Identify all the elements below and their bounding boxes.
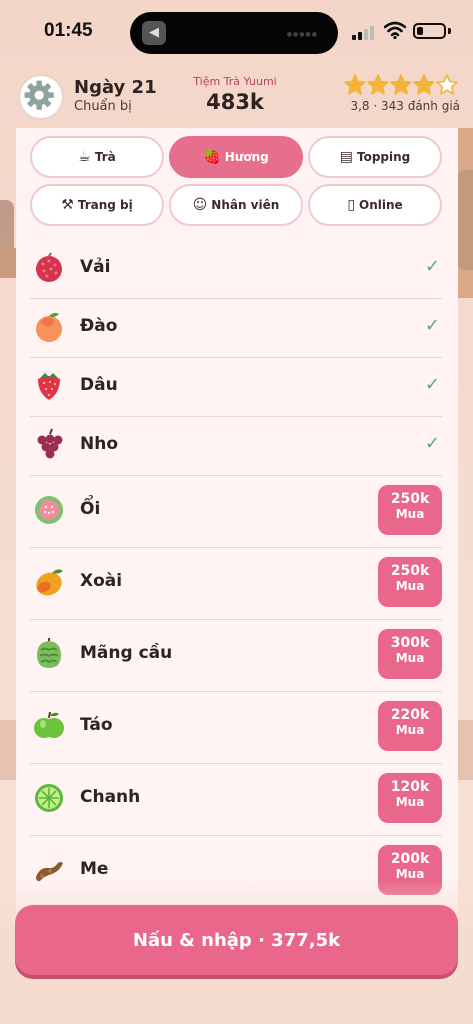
buy-button[interactable]: 120k Mua — [378, 773, 442, 823]
flavor-name: Dâu — [80, 374, 118, 395]
star-filled-icon — [413, 74, 435, 95]
flavor-row[interactable]: Vải ✓ — [30, 240, 442, 299]
flavor-row[interactable]: Dâu ✓ — [30, 358, 442, 417]
shelf-decoration — [0, 720, 16, 780]
flavor-name: Vải — [80, 256, 111, 277]
tab-label: Hương — [224, 150, 269, 164]
buy-label: Mua — [395, 795, 425, 809]
phone-icon: ▯ — [347, 197, 356, 213]
waveform-icon: ●●●●● — [286, 31, 318, 38]
buy-price: 220k — [390, 707, 430, 723]
tab-topping[interactable]: ▤ Topping — [308, 136, 442, 178]
shelf-decoration — [457, 720, 473, 780]
flavor-row: Chanh 120k Mua — [30, 764, 442, 836]
battery-tip — [448, 28, 451, 34]
strawberry-icon — [32, 369, 66, 403]
buy-button[interactable]: 300k Mua — [378, 629, 442, 679]
signal-icon — [352, 24, 376, 40]
owned-check-icon: ✓ — [424, 314, 440, 336]
teapot-icon: ☕ — [78, 149, 91, 165]
grape-icon — [32, 428, 66, 462]
buy-price: 250k — [390, 563, 430, 579]
buy-button[interactable]: 250k Mua — [378, 557, 442, 607]
star-filled-icon — [344, 74, 366, 95]
flavor-row: Xoài 250k Mua — [30, 548, 442, 620]
star-rating — [344, 74, 458, 96]
flavor-name: Ổi — [80, 499, 101, 519]
lychee-icon — [32, 251, 66, 285]
tools-icon: ⚒ — [61, 197, 74, 213]
lime-icon — [32, 781, 66, 815]
cook-and-restock-button[interactable]: Nấu & nhập · 377,5k — [15, 905, 458, 975]
flavor-name: Nho — [80, 433, 119, 454]
tab-label: Trà — [94, 150, 116, 164]
buy-label: Mua — [395, 723, 425, 737]
tab-label: Topping — [356, 150, 411, 164]
status-bar: 01:45 ◀ ●●●●● — [0, 0, 473, 62]
apple-icon — [32, 709, 66, 743]
plant-decoration — [457, 170, 473, 270]
tab-nhân-viên[interactable]: ☺ Nhân viên — [169, 184, 303, 226]
flavor-row: Mãng cầu 300k Mua — [30, 620, 442, 692]
buy-price: 120k — [390, 779, 430, 795]
tab-label: Trang bị — [77, 198, 133, 212]
soursop-icon — [32, 637, 66, 671]
owned-check-icon: ✓ — [424, 432, 440, 454]
tab-label: Nhân viên — [211, 198, 280, 212]
owned-check-icon: ✓ — [424, 373, 440, 395]
tab-online[interactable]: ▯ Online — [308, 184, 442, 226]
flavor-row[interactable]: Nho ✓ — [30, 417, 442, 476]
battery-icon — [413, 23, 446, 39]
speaker-icon: ◀ — [142, 21, 166, 45]
tab-label: Online — [359, 198, 403, 212]
staff-icon: ☺ — [192, 197, 208, 213]
money-balance: 483k — [206, 90, 264, 114]
flavor-name: Táo — [80, 715, 113, 735]
flavor-row: Ổi 250k Mua — [30, 476, 442, 548]
wifi-icon — [384, 21, 406, 40]
strawberry-icon: 🍓 — [203, 149, 221, 165]
topping-box-icon: ▤ — [339, 149, 353, 165]
buy-price: 200k — [390, 851, 430, 867]
buy-label: Mua — [395, 579, 425, 593]
tab-trà[interactable]: ☕ Trà — [30, 136, 164, 178]
mango-icon — [32, 565, 66, 599]
owned-check-icon: ✓ — [424, 255, 440, 277]
buy-button[interactable]: 250k Mua — [378, 485, 442, 535]
flavor-name: Chanh — [80, 787, 141, 807]
dynamic-island: ◀ ●●●●● — [130, 12, 338, 54]
shop-panel: ☕ Trà 🍓 Hương ▤ Topping ⚒ Trang bị ☺ Nhân viên ▯ On… — [16, 128, 458, 928]
buy-price: 250k — [390, 491, 430, 507]
flavor-name: Đào — [80, 315, 118, 336]
star-filled-icon — [367, 74, 389, 95]
flavor-row: Táo 220k Mua — [30, 692, 442, 764]
game-header: Ngày 21 Chuẩn bị Tiệm Trà Yuumi 483k 3,8… — [0, 66, 473, 128]
buy-label: Mua — [395, 507, 425, 521]
flavor-name: Mãng cầu — [80, 643, 173, 663]
day-title: Ngày 21 — [74, 77, 157, 98]
rating-summary: 3,8 · 343 đánh giá — [350, 99, 460, 113]
guava-icon — [32, 493, 66, 527]
shop-name: Tiệm Trà Yuumi — [193, 75, 277, 88]
gear-icon[interactable] — [18, 74, 64, 120]
peach-icon — [32, 310, 66, 344]
buy-button[interactable]: 220k Mua — [378, 701, 442, 751]
tab-trang-bị[interactable]: ⚒ Trang bị — [30, 184, 164, 226]
flavor-row[interactable]: Đào ✓ — [30, 299, 442, 358]
clock: 01:45 — [44, 20, 93, 41]
day-status: Chuẩn bị — [74, 99, 132, 114]
flavor-name: Me — [80, 859, 109, 879]
star-empty-icon — [436, 74, 458, 95]
buy-label: Mua — [395, 867, 425, 881]
buy-price: 300k — [390, 635, 430, 651]
star-filled-icon — [390, 74, 412, 95]
flavor-name: Xoài — [80, 571, 123, 591]
buy-label: Mua — [395, 651, 425, 665]
tab-hương[interactable]: 🍓 Hương — [169, 136, 303, 178]
